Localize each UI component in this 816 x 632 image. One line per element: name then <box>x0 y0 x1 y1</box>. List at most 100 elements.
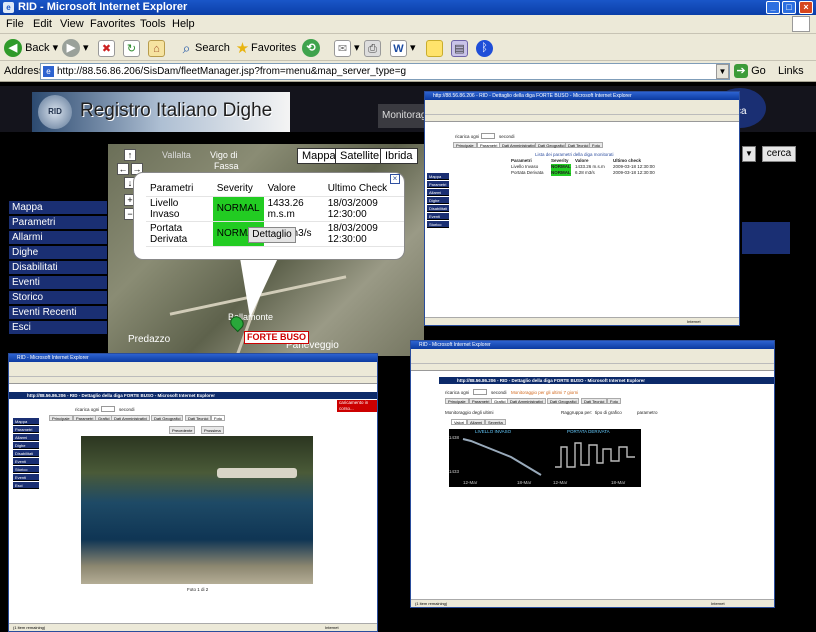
maptype-ibrida[interactable]: Ibrida <box>380 148 418 164</box>
params-tab-principale[interactable]: Principale <box>453 142 477 148</box>
close-button[interactable]: × <box>799 1 813 14</box>
charts-tab-geografici[interactable]: Dati Geografici <box>547 398 580 404</box>
charts-window[interactable]: RID - Microsoft Internet Explorer http:/… <box>410 340 775 608</box>
sidebar-item-dighe[interactable]: Dighe <box>9 246 107 260</box>
photo-sb-8[interactable]: Eventi Recenti <box>13 474 39 487</box>
address-dropdown-icon[interactable]: ▼ <box>716 64 729 79</box>
site-logo[interactable]: RID Registro Italiano Dighe <box>32 92 290 132</box>
photo-sb-2[interactable]: Parametri <box>13 426 39 433</box>
history-button[interactable]: ⟲ <box>302 38 320 58</box>
params-sb-6[interactable]: Eventi <box>427 213 449 220</box>
popup-close-icon[interactable]: × <box>390 174 400 184</box>
params-sb-7[interactable]: Storico <box>427 221 449 228</box>
photo-next-button[interactable]: Prossima <box>201 426 224 434</box>
bluetooth-button[interactable]: ᛒ <box>476 38 493 58</box>
links-label[interactable]: Links <box>778 65 804 77</box>
photo-tab-grafici[interactable]: Grafici <box>95 415 113 421</box>
monitoring-tab[interactable]: Monitorag <box>378 104 430 128</box>
photo-tab-tecnici[interactable]: Dati Tecnici <box>185 415 212 421</box>
menu-file[interactable]: File <box>6 18 24 30</box>
photo-prev-button[interactable]: Precedente <box>169 426 196 434</box>
charts-tab-tecnici[interactable]: Dati Tecnici <box>581 398 608 404</box>
edit-button[interactable]: W ▾ <box>390 38 416 58</box>
maptype-satellite[interactable]: Satellite <box>335 148 385 164</box>
params-sb-5[interactable]: Disabilitati <box>427 205 449 212</box>
photo-tab-principale[interactable]: Principale <box>49 415 73 421</box>
params-window[interactable]: http://88.56.86.206 - RID - Dettaglio de… <box>424 91 740 326</box>
print-icon: ⎙ <box>364 39 381 57</box>
photo-tab-foto[interactable]: Foto <box>211 415 226 421</box>
photo-window[interactable]: RID - Microsoft Internet Explorer http:/… <box>8 353 378 632</box>
photo-sb-3[interactable]: Allarmi <box>13 434 39 441</box>
sidebar-item-mappa[interactable]: Mappa <box>9 201 107 215</box>
charts-tab-grafici[interactable]: Grafici <box>491 398 509 404</box>
charts-tab-principale[interactable]: Principale <box>445 398 469 404</box>
minimize-button[interactable]: _ <box>766 1 780 14</box>
params-tab-tecnici[interactable]: Dati Tecnici <box>565 142 592 148</box>
photo-sb-6[interactable]: Eventi <box>13 458 39 465</box>
stop-button[interactable]: ✖ <box>98 38 115 58</box>
photo-sb-7[interactable]: Storico <box>13 466 39 473</box>
forward-button[interactable]: ▶ ▾ <box>62 38 89 58</box>
charts-tab-parametri[interactable]: Parametri <box>469 398 493 404</box>
sidebar-item-storico[interactable]: Storico <box>9 291 107 305</box>
pan-left-icon[interactable]: ← <box>117 163 129 175</box>
menu-tools[interactable]: Tools <box>140 18 166 30</box>
charts-subtab-valori[interactable]: Valori <box>451 419 467 425</box>
params-tab-amministrativi[interactable]: Dati Amministrativi <box>499 142 538 148</box>
sidebar-item-allarmi[interactable]: Allarmi <box>9 231 107 245</box>
sidebar-item-esci[interactable]: Esci <box>9 321 107 335</box>
menu-view[interactable]: View <box>60 18 84 30</box>
go-button[interactable]: ➔ Go <box>734 63 766 80</box>
sidebar-item-parametri[interactable]: Parametri <box>9 216 107 230</box>
photo-tab-amministrativi[interactable]: Dati Amministrativi <box>111 415 150 421</box>
photo-tab-geografici[interactable]: Dati Geografici <box>151 415 184 421</box>
photo-ricarica-input[interactable] <box>101 406 115 412</box>
params-tab-geografici[interactable]: Dati Geografici <box>535 142 568 148</box>
mail-button[interactable]: ✉ ▾ <box>334 38 360 58</box>
menu-edit[interactable]: Edit <box>33 18 52 30</box>
photo-sb-9[interactable]: Esci <box>13 482 39 489</box>
charts-window-address <box>411 364 774 371</box>
photo-sb-1[interactable]: Mappa <box>13 418 39 425</box>
charts-tab-foto[interactable]: Foto <box>607 398 622 404</box>
params-sb-3[interactable]: Allarmi <box>427 189 449 196</box>
charts-subtab-severita[interactable]: Severita <box>485 419 506 425</box>
params-sb-4[interactable]: Dighe <box>427 197 449 204</box>
photo-tab-parametri[interactable]: Parametri <box>73 415 97 421</box>
refresh-button[interactable]: ↻ <box>123 38 140 58</box>
param-name: Portata Derivata <box>146 221 213 247</box>
print-button[interactable]: ⎙ <box>364 38 381 58</box>
research-button[interactable]: ▤ <box>451 38 468 58</box>
sidebar-item-eventi-recenti[interactable]: Eventi Recenti <box>9 306 107 320</box>
params-sb-2[interactable]: Parametri <box>427 181 449 188</box>
charts-opt1[interactable]: tipo di grafico <box>595 410 622 416</box>
params-ricarica-input[interactable] <box>481 133 495 139</box>
favorites-button[interactable]: ★ Favorites <box>234 38 296 58</box>
select-dropdown-icon[interactable]: ▼ <box>742 146 756 162</box>
address-input[interactable]: e http://88.56.86.206/SisDam/fleetManage… <box>40 63 730 80</box>
params-sb-1[interactable]: Mappa <box>427 173 449 180</box>
sidebar-item-disabilitati[interactable]: Disabilitati <box>9 261 107 275</box>
params-row2-check: 2009-03-18 12:30:00 <box>613 170 655 175</box>
notes-button[interactable] <box>426 38 443 58</box>
sidebar-item-eventi[interactable]: Eventi <box>9 276 107 290</box>
search-button-site[interactable]: cerca <box>762 146 796 162</box>
back-button[interactable]: ◀ Back ▾ <box>4 38 58 58</box>
charts-subtab-allarmi[interactable]: Allarmi <box>467 419 486 425</box>
photo-sb-4[interactable]: Dighe <box>13 442 39 449</box>
photo-sb-5[interactable]: Disabilitati <box>13 450 39 457</box>
dettaglio-button[interactable]: Dettaglio <box>248 227 296 243</box>
charts-ricarica-input[interactable] <box>473 389 487 395</box>
menu-favorites[interactable]: Favorites <box>90 18 135 30</box>
pan-up-icon[interactable]: ↑ <box>124 149 136 161</box>
search-button[interactable]: ⌕ Search <box>178 38 230 58</box>
params-tab-foto[interactable]: Foto <box>589 142 604 148</box>
menu-help[interactable]: Help <box>172 18 195 30</box>
stop-icon: ✖ <box>98 39 115 57</box>
charts-opt2[interactable]: parametro <box>637 410 658 416</box>
home-button[interactable]: ⌂ <box>148 38 165 58</box>
maximize-button[interactable]: □ <box>782 1 796 14</box>
params-tab-parametri[interactable]: Parametri <box>477 142 501 148</box>
charts-tab-amministrativi[interactable]: Dati Amministrativi <box>507 398 546 404</box>
